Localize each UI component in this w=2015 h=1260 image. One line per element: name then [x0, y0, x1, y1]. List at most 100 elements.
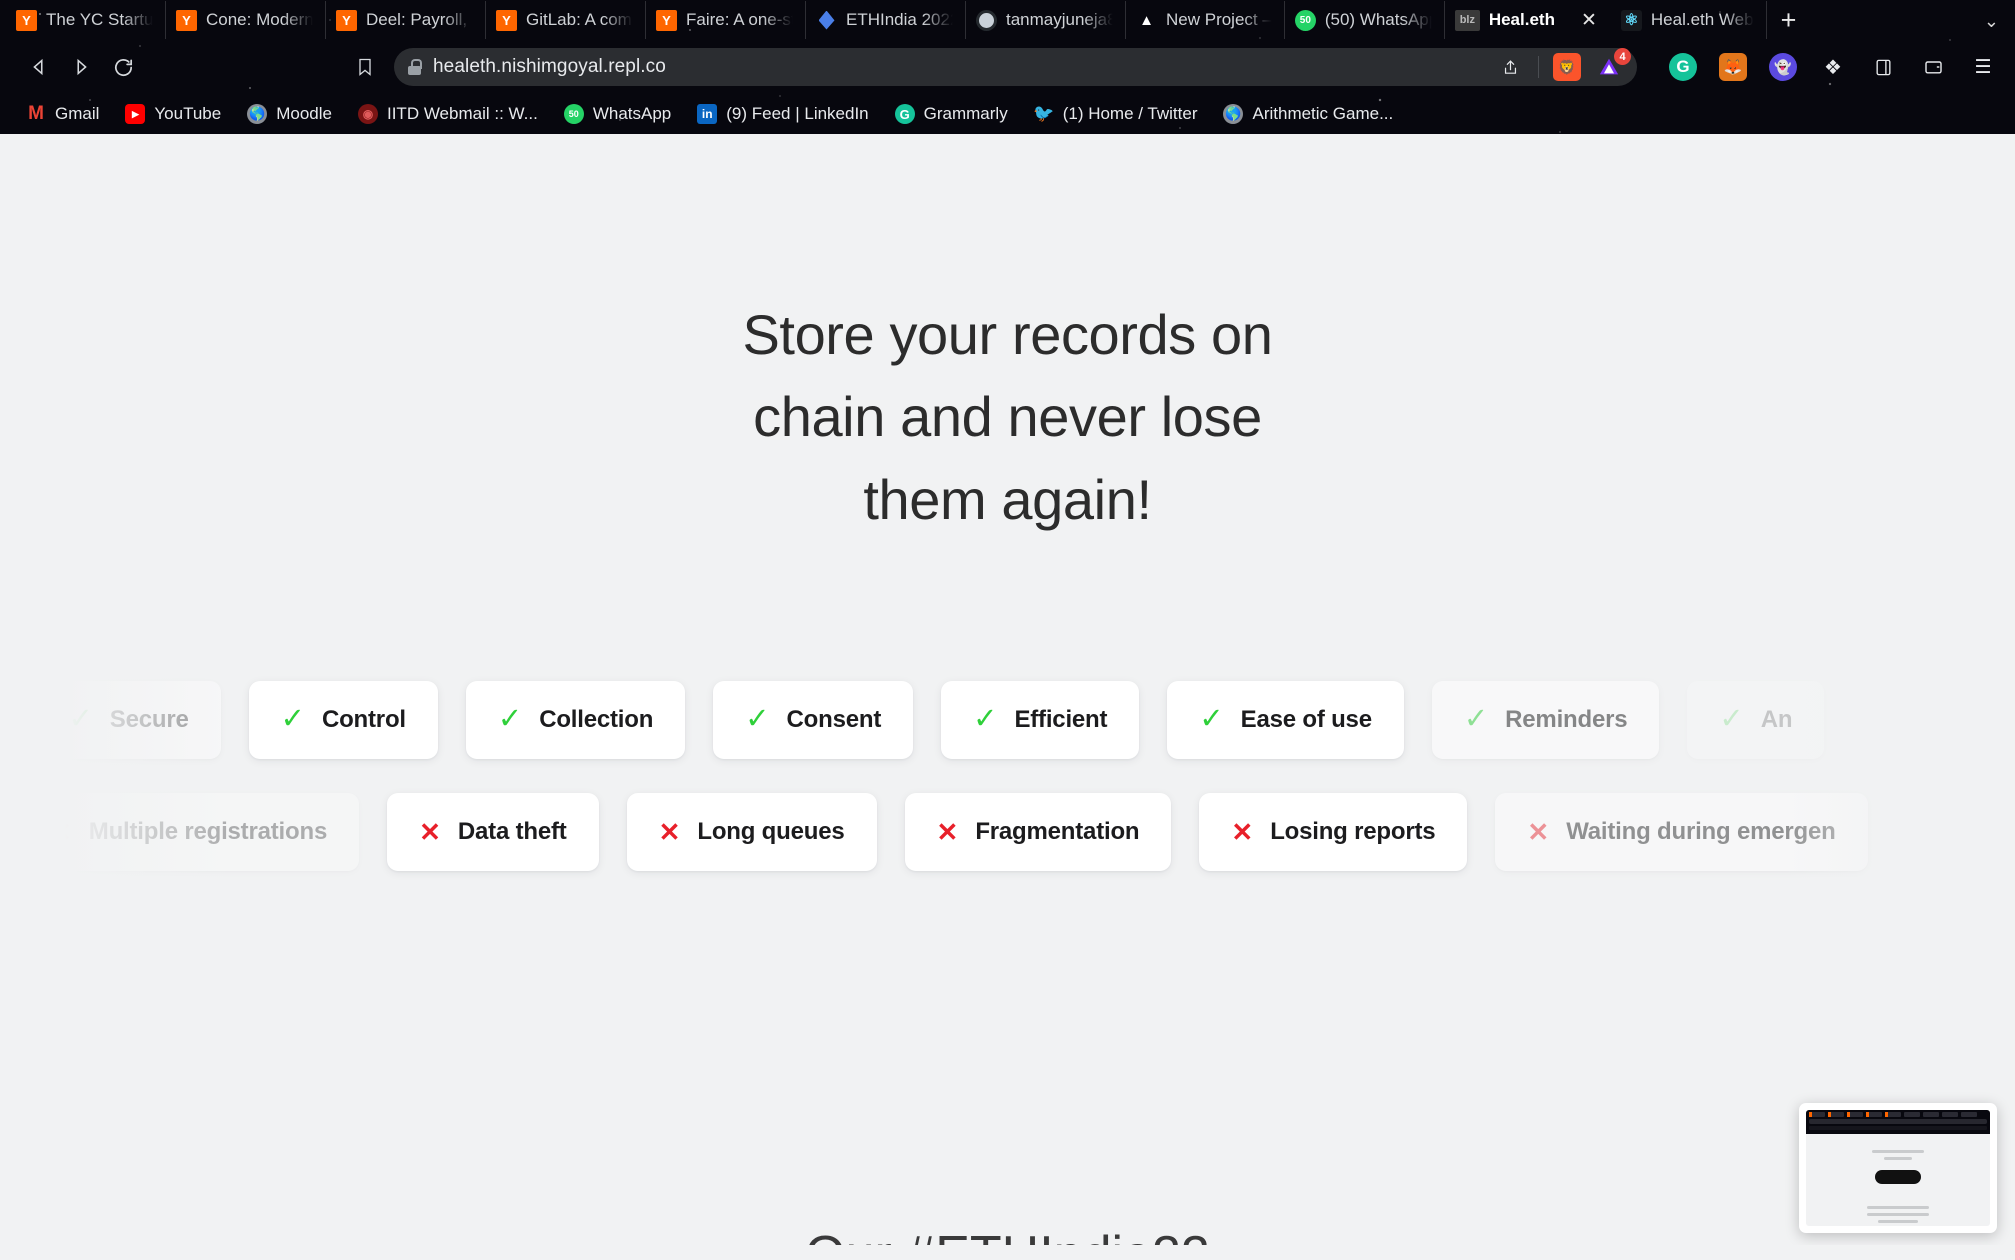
bookmark-label: Grammarly [923, 104, 1008, 123]
benefit-card[interactable]: ✓ Consent [713, 680, 914, 759]
cross-icon: ✕ [1231, 816, 1254, 847]
new-tab-button[interactable]: + [1781, 6, 1797, 34]
tab-ethindia-2022[interactable]: ETHIndia 2022 [806, 1, 966, 39]
problem-card[interactable]: ✕ Fragmentation [904, 792, 1172, 871]
page-screenshot-preview[interactable] [1799, 1103, 1997, 1233]
address-bar[interactable]: healeth.nishimgoyal.repl.co 🦁 4 [394, 48, 1637, 86]
bookmark-label: YouTube [154, 104, 222, 123]
preview-tab-row [1806, 1110, 1990, 1117]
reload-icon[interactable] [102, 46, 144, 88]
bookmark-iitd-webmail[interactable]: ◉ IITD Webmail :: W... [346, 100, 550, 128]
bookmark-twitter[interactable]: 🐦 (1) Home / Twitter [1022, 100, 1210, 128]
check-icon: ✓ [497, 703, 523, 736]
page-content: Store your records on chain and never lo… [0, 134, 2015, 1245]
brave-wallet-icon[interactable] [1919, 53, 1947, 81]
brave-shields-icon[interactable]: 🦁 [1553, 53, 1581, 81]
page-title: Store your records on chain and never lo… [0, 294, 2015, 541]
extension-alert-icon[interactable]: 4 [1595, 48, 1631, 81]
benefit-card[interactable]: ✓ Secure [36, 680, 221, 759]
bookmark-label: Arithmetic Game... [1252, 104, 1394, 123]
benefit-card[interactable]: ✓ s [0, 680, 9, 759]
tab-cone-modern[interactable]: Y Cone: Modern [166, 1, 326, 39]
tab-new-project[interactable]: ▲ New Project – [1126, 1, 1285, 39]
gmail-icon: M [28, 103, 44, 124]
tab-tanmayjuneja8[interactable]: tanmayjuneja8 [966, 1, 1126, 39]
preview-tab [1961, 1112, 1977, 1117]
tab-the-yc-startup[interactable]: Y The YC Startup [6, 1, 166, 39]
tab-heal-eth-active[interactable]: blz Heal.eth [1445, 1, 1567, 39]
benefit-card[interactable]: ✓ Reminders [1431, 680, 1660, 759]
phantom-wallet-extension-icon[interactable]: 👻 [1769, 53, 1797, 81]
benefit-card[interactable]: ✓ An [1687, 680, 1825, 759]
bookmark-icon[interactable] [344, 46, 386, 88]
benefit-card[interactable]: ✓ Efficient [941, 680, 1140, 759]
notification-badge: 4 [1614, 48, 1631, 65]
grammarly-extension-icon[interactable]: G [1669, 53, 1697, 81]
preview-tab [1885, 1112, 1901, 1117]
url-text: healeth.nishimgoyal.repl.co [433, 56, 666, 77]
extensions-puzzle-icon[interactable]: ❖ [1819, 53, 1847, 81]
bookmark-label: (1) Home / Twitter [1062, 104, 1198, 123]
cross-icon: ✕ [50, 816, 72, 847]
tab-whatsapp[interactable]: 50 (50) WhatsApp [1285, 1, 1445, 39]
sidebar-toggle-icon[interactable] [1869, 53, 1897, 81]
forward-arrow-icon[interactable] [60, 46, 102, 88]
benefits-marquee-row[interactable]: ✓ s ✓ Secure ✓ Control ✓ Collection ✓ Co… [0, 669, 2015, 771]
tab-search-chevron-down-icon[interactable]: ⌄ [1984, 11, 1999, 32]
benefit-label: An [1760, 705, 1793, 733]
problem-card[interactable]: ✕ Long queues [626, 792, 877, 871]
cross-icon: ✕ [419, 816, 441, 847]
problem-card[interactable]: ✕ Waiting during emergen [1495, 792, 1868, 871]
tab-gitlab[interactable]: Y GitLab: A comp [486, 1, 646, 39]
benefit-label: Secure [109, 705, 189, 733]
bookmark-moodle[interactable]: 🌎 Moodle [235, 100, 344, 128]
bookmark-grammarly[interactable]: G Grammarly [883, 100, 1020, 128]
preview-sub-2 [1867, 1213, 1929, 1216]
youtube-icon: ▶ [125, 104, 146, 124]
bookmark-youtube[interactable]: ▶ YouTube [113, 100, 233, 128]
check-icon: ✓ [973, 703, 998, 736]
bookmark-gmail[interactable]: M Gmail [14, 100, 111, 128]
tab-label: (50) WhatsApp [1324, 10, 1432, 29]
ycombinator-favicon: Y [496, 9, 517, 31]
vercel-favicon: ▲ [1139, 11, 1154, 29]
problems-marquee-row[interactable]: ✕ Multiple registrations ✕ Data theft ✕ … [18, 781, 2015, 883]
tab-strip: Y The YC Startup Y Cone: Modern Y Deel: … [0, 0, 2015, 40]
bookmark-whatsapp[interactable]: 50 WhatsApp [552, 100, 683, 128]
bookmark-arithmetic-game[interactable]: 🌎 Arithmetic Game... [1211, 100, 1405, 128]
tab-deel-payroll[interactable]: Y Deel: Payroll, H [326, 1, 486, 39]
benefit-card[interactable]: ✓ Ease of use [1167, 680, 1404, 759]
preview-browser-chrome [1806, 1110, 1990, 1134]
problem-label: Losing reports [1270, 817, 1436, 845]
globe-icon: 🌎 [247, 104, 268, 124]
preview-subsection [1806, 1206, 1990, 1223]
problem-label: Multiple registrations [88, 817, 328, 845]
benefit-label: Control [321, 705, 406, 733]
bottom-section-heading: Our #ETHIndia22 [0, 1225, 2015, 1245]
hero-section: Store your records on chain and never lo… [0, 134, 2015, 541]
ethindia-favicon [816, 10, 837, 31]
browser-menu-icon[interactable]: ☰ [1969, 53, 1997, 81]
back-arrow-icon[interactable] [18, 46, 60, 88]
problem-card[interactable]: ✕ Multiple registrations [18, 792, 360, 871]
problem-card[interactable]: ✕ Data theft [387, 792, 599, 871]
benefit-card[interactable]: ✓ Collection [465, 680, 686, 759]
navigation-toolbar: healeth.nishimgoyal.repl.co 🦁 4 G 🦊 👻 ❖ … [0, 40, 2015, 94]
cross-icon: ✕ [1527, 816, 1550, 847]
whatsapp-favicon: 50 [1294, 9, 1316, 31]
check-icon: ✓ [280, 703, 305, 736]
preview-tab [1866, 1112, 1882, 1117]
tab-heal-eth-web[interactable]: ⚛ Heal.eth Web [1611, 1, 1767, 39]
metamask-extension-icon[interactable]: 🦊 [1719, 53, 1747, 81]
bookmark-linkedin[interactable]: in (9) Feed | LinkedIn [685, 100, 880, 128]
problem-label: Fragmentation [975, 817, 1140, 845]
ycombinator-favicon: Y [336, 9, 357, 31]
benefit-card[interactable]: ✓ Control [248, 680, 438, 759]
ycombinator-favicon: Y [176, 9, 197, 31]
tab-faire[interactable]: Y Faire: A one-st [646, 1, 806, 39]
problem-card[interactable]: ✕ Losing reports [1199, 792, 1468, 871]
preview-viewport [1806, 1110, 1990, 1226]
cross-icon: ✕ [936, 816, 959, 847]
share-icon[interactable] [1496, 53, 1524, 81]
tab-close-icon[interactable]: ✕ [1581, 11, 1597, 30]
